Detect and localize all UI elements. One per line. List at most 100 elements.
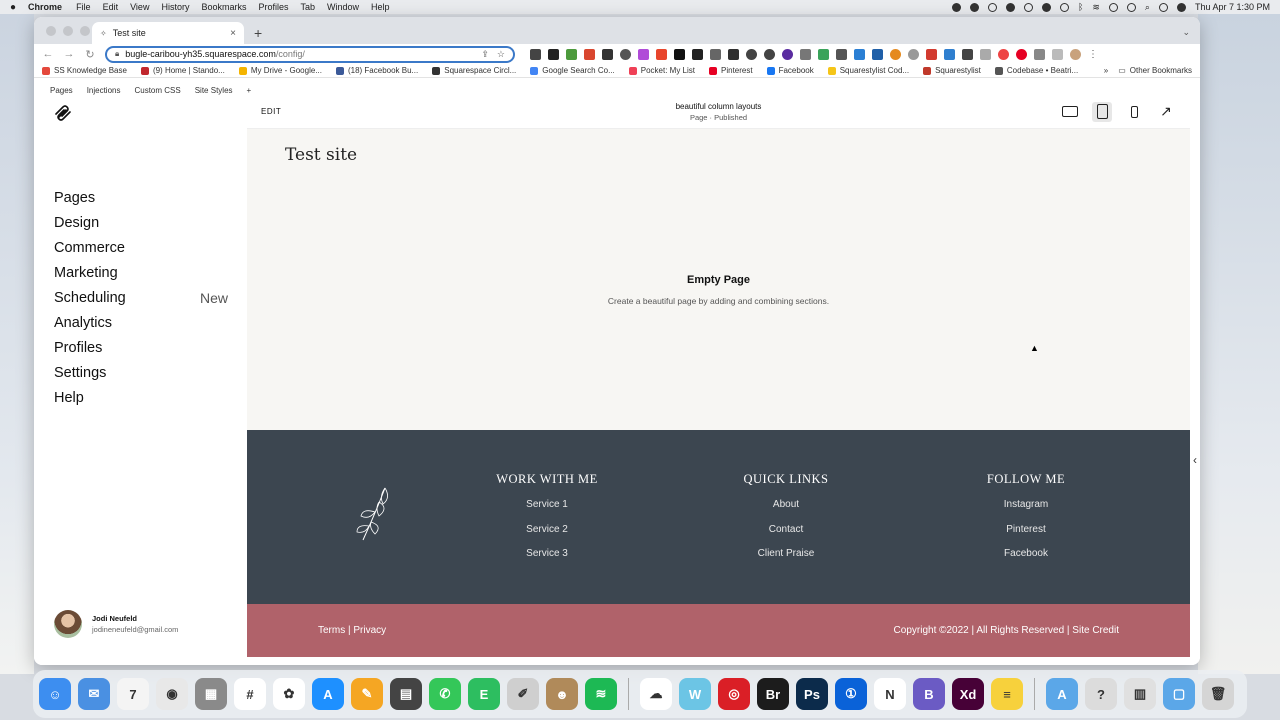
applications-folder-icon[interactable]: A [1046,678,1078,710]
tray-app-icon[interactable] [987,2,997,12]
extension-icon[interactable] [638,48,649,60]
lock-icon[interactable]: 🔒︎ [115,49,119,59]
close-tab-icon[interactable]: × [230,28,236,39]
menu-bookmarks[interactable]: Bookmarks [201,2,246,12]
bookmark-star-icon[interactable]: ☆ [497,49,505,60]
back-icon[interactable]: ← [42,48,54,60]
sidebar-item-analytics[interactable]: Analytics [54,310,228,335]
side-panel-icon[interactable] [1052,48,1063,60]
menu-file[interactable]: File [76,2,91,12]
bookmark-item[interactable]: Squarestylist [923,66,981,75]
sidebar-item-design[interactable]: Design [54,210,228,235]
footer-link-client-praise[interactable]: Client Praise [701,548,871,573]
archive-icon[interactable]: ▥ [1124,678,1156,710]
extension-icon[interactable] [728,48,739,60]
bookmark-item[interactable]: Facebook [766,66,814,75]
bookmark-item[interactable]: SS Knowledge Base [42,66,127,75]
extension-icon[interactable] [566,48,577,60]
sidebar-item-settings[interactable]: Settings [54,360,228,385]
tray-app-icon[interactable] [969,2,979,12]
footer-link-service-2[interactable]: Service 2 [462,524,632,549]
sidebar-item-pages[interactable]: Pages [54,185,228,210]
adobe-cc-icon[interactable]: ◎ [718,678,750,710]
slack-icon[interactable]: # [234,678,266,710]
contacts-icon[interactable]: ☻ [546,678,578,710]
other-bookmarks-folder[interactable]: ▭ Other Bookmarks [1118,66,1192,75]
extension-icon[interactable] [764,48,775,60]
launchpad-icon[interactable]: ▦ [195,678,227,710]
extension-icon[interactable] [818,48,829,60]
pinterest-extension-icon[interactable] [1016,48,1027,60]
unknown-app-icon[interactable]: ? [1085,678,1117,710]
menu-view[interactable]: View [130,2,149,12]
extension-icon[interactable] [782,48,793,60]
topnav-pages[interactable]: Pages [50,86,73,95]
squarespace-logo-icon[interactable] [54,105,72,126]
time-machine-icon[interactable] [1126,2,1136,12]
bookmark-item[interactable]: (9) Home | Stando... [140,66,225,75]
extension-icon[interactable] [674,48,685,60]
sidebar-item-commerce[interactable]: Commerce [54,235,228,260]
notion-icon[interactable]: N [874,678,906,710]
close-window-button[interactable] [46,26,56,36]
avatar[interactable] [54,610,82,638]
extension-icon[interactable] [944,48,955,60]
spotlight-search-icon[interactable]: ⌕ [1145,2,1150,13]
bookmark-item[interactable]: Squarestylist Cod... [827,66,909,75]
spotify-icon[interactable]: ≋ [585,678,617,710]
finder-icon[interactable]: ☺ [39,678,71,710]
extensions-puzzle-icon[interactable] [1034,48,1045,60]
creative-cloud-icon[interactable]: ☁ [640,678,672,710]
menu-profiles[interactable]: Profiles [258,2,288,12]
script-editor-icon[interactable]: ✐ [507,678,539,710]
xd-icon[interactable]: Xd [952,678,984,710]
profile-avatar-icon[interactable] [1070,48,1081,60]
topnav-injections[interactable]: Injections [87,86,121,95]
tablet-view-button[interactable] [1092,101,1112,122]
extension-icon[interactable] [926,48,937,60]
extension-icon[interactable] [584,48,595,60]
sidebar-item-scheduling[interactable]: Scheduling New [54,285,228,310]
mail-icon[interactable]: ✉ [78,678,110,710]
zoom-window-button[interactable] [80,26,90,36]
pages-icon[interactable]: ✎ [351,678,383,710]
trash-icon[interactable]: 🗑 [1202,678,1234,710]
forward-icon[interactable]: → [63,48,75,60]
browser-tab[interactable]: ✧ Test site × [92,22,244,44]
footer-link-pinterest[interactable]: Pinterest [941,524,1111,549]
edit-button[interactable]: EDIT [261,107,281,116]
topnav-site-styles[interactable]: Site Styles [195,86,233,95]
sidebar-item-marketing[interactable]: Marketing [54,260,228,285]
topnav-add-button[interactable]: + [247,86,252,95]
calendar-icon[interactable]: 7 [117,678,149,710]
menu-history[interactable]: History [161,2,189,12]
reload-icon[interactable]: ↻ [84,48,96,61]
menu-help[interactable]: Help [371,2,390,12]
tab-search-icon[interactable]: ⌄ [1182,27,1190,38]
menu-bar-clock[interactable]: Thu Apr 7 1:30 PM [1195,2,1270,12]
extension-icon[interactable] [980,48,991,60]
tray-app-icon[interactable] [951,2,961,12]
chrome-icon[interactable]: ◉ [156,678,188,710]
chrome-menu-icon[interactable]: ⋮ [1088,49,1098,60]
wifi-icon[interactable]: ≋ [1092,2,1100,13]
new-tab-button[interactable]: + [254,25,262,41]
extension-icon[interactable] [890,48,901,60]
user-switch-icon[interactable] [1108,2,1118,12]
1password-icon[interactable]: ① [835,678,867,710]
extension-icon[interactable] [530,48,541,60]
terms-privacy-links[interactable]: Terms | Privacy [318,625,386,636]
photoshop-icon[interactable]: Ps [796,678,828,710]
app-menu[interactable]: Chrome [28,2,62,12]
siri-icon[interactable] [1176,2,1186,12]
photos-icon[interactable]: ✿ [273,678,305,710]
extension-icon[interactable] [548,48,559,60]
extension-icon[interactable] [998,48,1009,60]
footer-link-service-3[interactable]: Service 3 [462,548,632,573]
bridge-icon[interactable]: Br [757,678,789,710]
1password-tray-icon[interactable] [1041,2,1051,12]
desktop-view-button[interactable] [1060,102,1080,122]
bookmarks-overflow-button[interactable]: » [1104,66,1108,75]
extension-icon[interactable] [908,48,919,60]
extension-icon[interactable] [602,48,613,60]
